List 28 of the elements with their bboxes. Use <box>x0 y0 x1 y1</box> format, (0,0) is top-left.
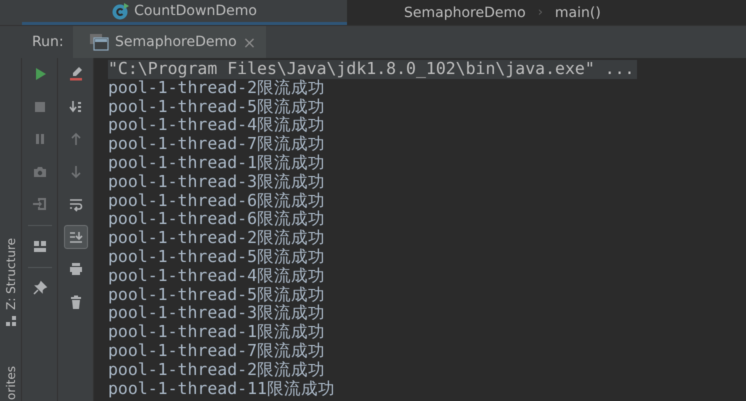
run-label: Run: <box>31 34 65 50</box>
console-line: pool-1-thread-7限流成功 <box>108 342 326 361</box>
console-line: pool-1-thread-3限流成功 <box>108 172 326 192</box>
console-line: pool-1-thread-4限流成功 <box>108 266 326 286</box>
console-line: pool-1-thread-6限流成功 <box>108 210 326 229</box>
favorites-tab[interactable]: orites <box>4 366 18 400</box>
console-line: pool-1-thread-2限流成功 <box>108 360 326 380</box>
class-icon <box>112 2 130 20</box>
console-line: pool-1-thread-11限流成功 <box>108 380 335 398</box>
breadcrumb-item[interactable]: main() <box>554 4 601 20</box>
console-line: pool-1-thread-4限流成功 <box>108 116 326 135</box>
console-line: pool-1-thread-2限流成功 <box>108 229 326 248</box>
console-line: pool-1-thread-1限流成功 <box>108 323 326 342</box>
run-tab[interactable]: SemaphoreDemo × <box>73 26 266 58</box>
console-line: pool-1-thread-5限流成功 <box>108 98 326 116</box>
console-line: pool-1-thread-1限流成功 <box>108 154 326 173</box>
breadcrumb-separator: › <box>538 5 543 20</box>
structure-icon <box>6 316 16 326</box>
console-line: pool-1-thread-5限流成功 <box>108 286 326 304</box>
console-line: pool-1-thread-2限流成功 <box>108 78 326 98</box>
console-line: pool-1-thread-5限流成功 <box>108 248 326 267</box>
console-line: pool-1-thread-3限流成功 <box>108 304 326 323</box>
console-icon <box>89 33 109 51</box>
console-line: pool-1-thread-7限流成功 <box>108 135 326 154</box>
structure-tab[interactable]: Z: Structure <box>4 238 18 310</box>
scroll-to-end-icon[interactable] <box>64 224 88 248</box>
breadcrumb-item[interactable]: SemaphoreDemo <box>404 4 526 20</box>
console-line: pool-1-thread-6限流成功 <box>108 192 326 210</box>
